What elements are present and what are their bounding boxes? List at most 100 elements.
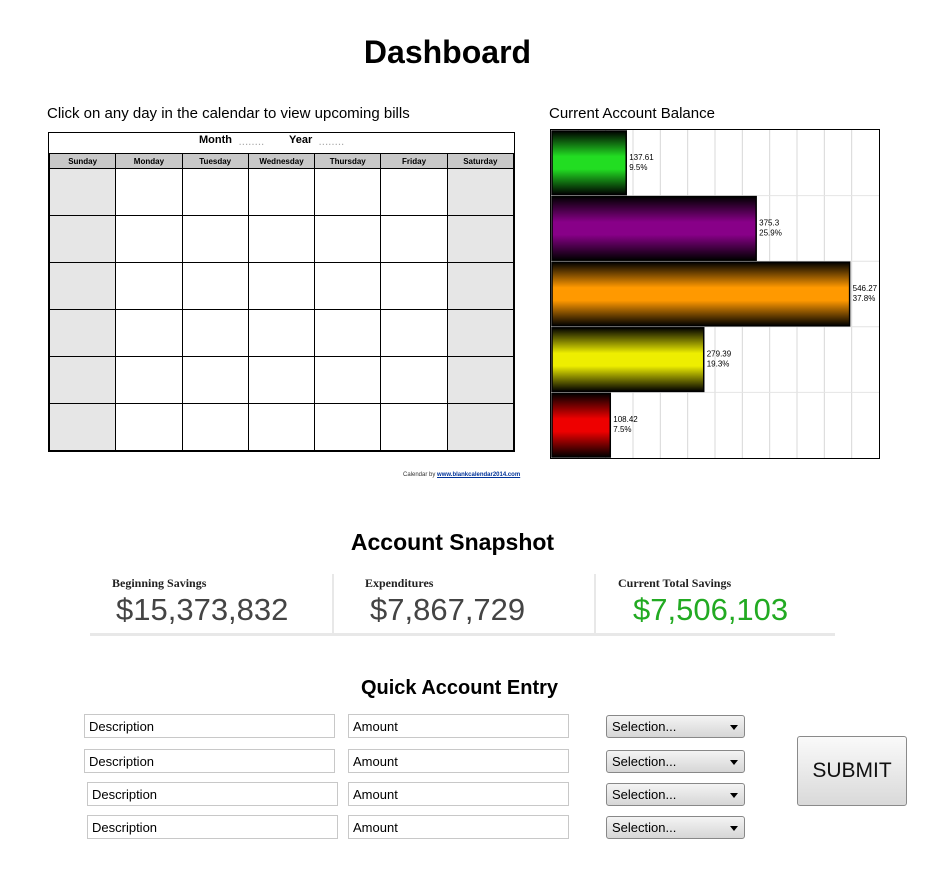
select-value: Selection... bbox=[612, 754, 677, 769]
calendar-week bbox=[48, 403, 515, 451]
amount-input[interactable] bbox=[348, 749, 569, 773]
bar-1[interactable] bbox=[551, 195, 757, 261]
calendar-day-cell[interactable] bbox=[181, 403, 249, 451]
calendar-day-cell[interactable] bbox=[181, 168, 249, 216]
calendar-day-cell[interactable] bbox=[380, 309, 448, 357]
bar-2[interactable] bbox=[551, 261, 851, 327]
bar-3[interactable] bbox=[551, 327, 705, 393]
calendar-day-cell[interactable] bbox=[247, 215, 316, 263]
bar-percent-label: 25.9% bbox=[759, 228, 782, 237]
category-select[interactable]: Selection... bbox=[606, 715, 745, 738]
calendar-day-cell[interactable] bbox=[181, 309, 249, 357]
beginning-savings-value: $15,373,832 bbox=[116, 592, 289, 627]
submit-button[interactable]: SUBMIT bbox=[797, 736, 907, 806]
description-input[interactable] bbox=[84, 749, 335, 773]
calendar-day-cell[interactable] bbox=[446, 215, 515, 263]
description-input[interactable] bbox=[84, 714, 335, 738]
category-select[interactable]: Selection... bbox=[606, 750, 745, 773]
calendar-day-cell[interactable] bbox=[247, 356, 316, 404]
current-savings-label: Current Total Savings bbox=[618, 576, 732, 590]
calendar-week bbox=[48, 356, 515, 404]
calendar-credit: Calendar by www.blankcalendar2014.com bbox=[403, 472, 520, 478]
calendar-day-cell[interactable] bbox=[446, 403, 515, 451]
amount-input[interactable] bbox=[348, 782, 569, 806]
description-input[interactable] bbox=[87, 815, 338, 839]
balance-chart: 137.61 9.5% 375.3 25.9% 546.27 37.8% 279.39 19.… bbox=[550, 129, 880, 459]
bar-value-label: 137.61 bbox=[629, 153, 654, 162]
year-field[interactable]: ........ bbox=[319, 138, 345, 147]
calendar-day-cell[interactable] bbox=[314, 215, 382, 263]
snapshot-title: Account Snapshot bbox=[350, 529, 555, 555]
calendar-week bbox=[48, 262, 515, 310]
bar-4[interactable] bbox=[551, 392, 612, 458]
calendar-day-cell[interactable] bbox=[48, 356, 117, 404]
bar-value-label: 279.39 bbox=[707, 350, 732, 359]
calendar-day-cell[interactable] bbox=[48, 309, 117, 357]
calendar-day-cell[interactable] bbox=[247, 168, 316, 216]
bar-0[interactable] bbox=[551, 130, 627, 196]
dropdown-arrow-icon bbox=[730, 725, 738, 730]
calendar-day-cell[interactable] bbox=[380, 356, 448, 404]
calendar-day-cell[interactable] bbox=[247, 403, 316, 451]
quick-entry-title: Quick Account Entry bbox=[360, 677, 559, 699]
calendar-day-cell[interactable] bbox=[115, 356, 183, 404]
calendar-day-cell[interactable] bbox=[380, 262, 448, 310]
day-header-thursday: Thursday bbox=[314, 153, 382, 169]
bar-value-label: 546.27 bbox=[853, 284, 878, 293]
category-select[interactable]: Selection... bbox=[606, 783, 745, 806]
snapshot-divider bbox=[594, 574, 596, 636]
calendar-day-cell[interactable] bbox=[247, 262, 316, 310]
calendar-day-cell[interactable] bbox=[48, 215, 117, 263]
current-savings-panel: Current Total Savings $7,506,103 bbox=[618, 574, 833, 634]
amount-input[interactable] bbox=[348, 714, 569, 738]
calendar-day-cell[interactable] bbox=[115, 168, 183, 216]
calendar-header: Month ........ Year ........ bbox=[49, 133, 514, 153]
calendar-day-cell[interactable] bbox=[115, 215, 183, 263]
expenditures-panel: Expenditures $7,867,729 bbox=[365, 574, 590, 634]
category-select[interactable]: Selection... bbox=[606, 816, 745, 839]
calendar-day-cell[interactable] bbox=[181, 215, 249, 263]
amount-input[interactable] bbox=[348, 815, 569, 839]
calendar-day-cell[interactable] bbox=[446, 168, 515, 216]
month-label: Month bbox=[199, 134, 232, 146]
calendar-day-cell[interactable] bbox=[115, 403, 183, 451]
calendar-day-cell[interactable] bbox=[446, 356, 515, 404]
snapshot-divider bbox=[332, 574, 334, 636]
day-header-sunday: Sunday bbox=[48, 153, 117, 169]
description-input[interactable] bbox=[87, 782, 338, 806]
calendar-day-cell[interactable] bbox=[181, 262, 249, 310]
calendar-day-cell[interactable] bbox=[380, 168, 448, 216]
calendar-day-cell[interactable] bbox=[314, 262, 382, 310]
calendar-week bbox=[48, 309, 515, 357]
calendar-day-cell[interactable] bbox=[247, 309, 316, 357]
credit-link[interactable]: www.blankcalendar2014.com bbox=[437, 472, 520, 478]
calendar-day-cell[interactable] bbox=[48, 168, 117, 216]
calendar-day-cell[interactable] bbox=[314, 403, 382, 451]
calendar-day-cell[interactable] bbox=[380, 403, 448, 451]
calendar-week bbox=[48, 215, 515, 263]
calendar-day-cell[interactable] bbox=[314, 168, 382, 216]
calendar-caption: Click on any day in the calendar to view… bbox=[47, 105, 410, 122]
select-value: Selection... bbox=[612, 820, 677, 835]
calendar-day-cell[interactable] bbox=[446, 262, 515, 310]
snapshot-baseline bbox=[90, 633, 835, 636]
day-header-monday: Monday bbox=[115, 153, 183, 169]
calendar-day-cell[interactable] bbox=[48, 262, 117, 310]
calendar-day-cell[interactable] bbox=[181, 356, 249, 404]
page-title: Dashboard bbox=[363, 34, 532, 70]
chart-caption: Current Account Balance bbox=[549, 105, 715, 122]
calendar-grid: Sunday Monday Tuesday Wednesday Thursday Frid… bbox=[48, 153, 515, 451]
calendar-day-cell[interactable] bbox=[314, 356, 382, 404]
calendar-day-cell[interactable] bbox=[446, 309, 515, 357]
balance-chart-svg: 137.619.5% 375.325.9% 546.2737.8% 279.3919.… bbox=[551, 130, 879, 458]
calendar-day-cell[interactable] bbox=[48, 403, 117, 451]
credit-prefix: Calendar by bbox=[403, 472, 436, 478]
bar-percent-label: 37.8% bbox=[853, 294, 876, 303]
calendar-day-cell[interactable] bbox=[115, 262, 183, 310]
calendar-day-cell[interactable] bbox=[314, 309, 382, 357]
select-value: Selection... bbox=[612, 719, 677, 734]
select-value: Selection... bbox=[612, 787, 677, 802]
calendar-day-cell[interactable] bbox=[380, 215, 448, 263]
month-field[interactable]: ........ bbox=[239, 138, 265, 147]
calendar-day-cell[interactable] bbox=[115, 309, 183, 357]
